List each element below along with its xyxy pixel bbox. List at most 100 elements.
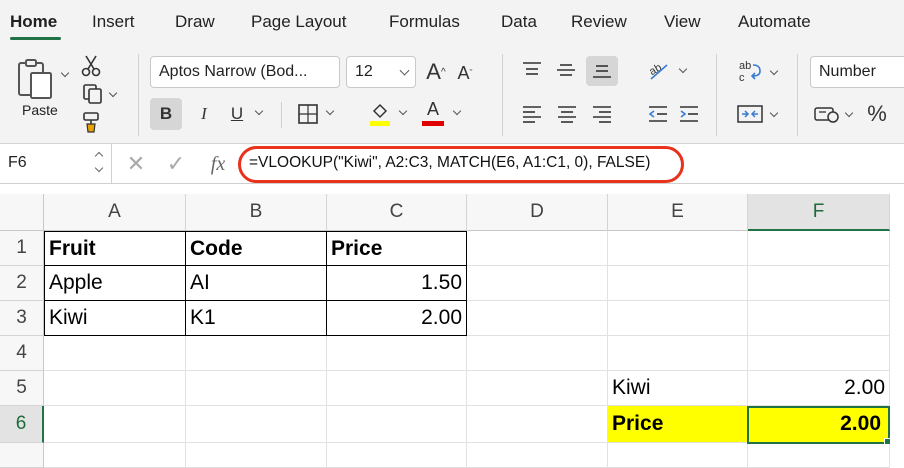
decrease-font-size-icon[interactable]: Aˇ — [454, 60, 476, 86]
confirm-entry-icon[interactable]: ✓ — [164, 151, 188, 176]
column-header-a[interactable]: A — [44, 194, 186, 231]
font-size-select[interactable]: 12 — [346, 56, 416, 88]
paste-dropdown-icon[interactable] — [60, 68, 70, 78]
decrease-indent-icon[interactable] — [647, 102, 669, 126]
cell-a5[interactable] — [44, 371, 186, 406]
cell-f7[interactable] — [748, 443, 890, 468]
align-right-icon[interactable] — [591, 102, 613, 126]
cell-c5[interactable] — [327, 371, 467, 406]
insert-function-button[interactable]: fx — [205, 152, 231, 176]
merge-dropdown-icon[interactable] — [769, 108, 779, 118]
borders-dropdown-icon[interactable] — [325, 106, 335, 116]
name-box[interactable]: F6 — [0, 144, 112, 184]
font-name-select[interactable]: Aptos Narrow (Bod... — [150, 56, 340, 88]
italic-button[interactable]: I — [192, 98, 216, 130]
cell-b4[interactable] — [186, 336, 327, 371]
cell-a7[interactable] — [44, 443, 186, 468]
fill-handle[interactable] — [884, 438, 891, 445]
tab-home[interactable]: Home — [10, 12, 57, 32]
cell-a4[interactable] — [44, 336, 186, 371]
cell-b5[interactable] — [186, 371, 327, 406]
cell-b2[interactable]: AI — [186, 266, 327, 301]
format-painter-icon[interactable] — [80, 110, 104, 134]
align-top-icon[interactable] — [521, 58, 543, 82]
cell-c1[interactable]: Price — [327, 231, 467, 266]
orientation-dropdown-icon[interactable] — [678, 64, 688, 74]
cell-e7[interactable] — [608, 443, 748, 468]
align-center-icon[interactable] — [556, 102, 578, 126]
percent-style-button[interactable]: % — [864, 100, 890, 128]
tab-automate[interactable]: Automate — [738, 12, 811, 32]
cell-e2[interactable] — [608, 266, 748, 301]
cell-d5[interactable] — [467, 371, 608, 406]
cell-d4[interactable] — [467, 336, 608, 371]
cell-f4[interactable] — [748, 336, 890, 371]
tab-page-layout[interactable]: Page Layout — [251, 12, 346, 32]
cell-d6[interactable] — [467, 406, 608, 443]
tab-data[interactable]: Data — [501, 12, 537, 32]
cell-f2[interactable] — [748, 266, 890, 301]
font-color-icon[interactable]: A — [421, 98, 445, 128]
row-header-4[interactable]: 4 — [0, 336, 44, 371]
cell-a6[interactable] — [44, 406, 186, 443]
cell-e1[interactable] — [608, 231, 748, 266]
cell-c2[interactable]: 1.50 — [327, 266, 467, 301]
row-header-7[interactable] — [0, 443, 44, 468]
column-header-f[interactable]: F — [748, 194, 890, 231]
cell-c6[interactable] — [327, 406, 467, 443]
cancel-entry-icon[interactable]: ✕ — [124, 151, 148, 176]
cell-f3[interactable] — [748, 301, 890, 336]
bold-button[interactable]: B — [150, 98, 182, 130]
align-middle-icon[interactable] — [555, 58, 577, 82]
column-header-c[interactable]: C — [327, 194, 467, 231]
wrap-dropdown-icon[interactable] — [769, 66, 779, 76]
cell-d2[interactable] — [467, 266, 608, 301]
cell-e5[interactable]: Kiwi — [608, 371, 748, 406]
wrap-text-icon[interactable]: ab c — [736, 58, 764, 84]
cell-d3[interactable] — [467, 301, 608, 336]
cell-f5[interactable]: 2.00 — [748, 371, 890, 406]
fill-color-icon[interactable] — [368, 100, 392, 128]
paste-icon[interactable] — [12, 56, 58, 102]
column-header-e[interactable]: E — [608, 194, 748, 231]
tab-insert[interactable]: Insert — [92, 12, 135, 32]
cell-e4[interactable] — [608, 336, 748, 371]
cell-a1[interactable]: Fruit — [44, 231, 186, 266]
cell-a2[interactable]: Apple — [44, 266, 186, 301]
cell-b7[interactable] — [186, 443, 327, 468]
merge-center-icon[interactable] — [736, 102, 764, 126]
cell-e3[interactable] — [608, 301, 748, 336]
select-all-corner[interactable] — [0, 194, 44, 231]
row-header-2[interactable]: 2 — [0, 266, 44, 301]
row-header-5[interactable]: 5 — [0, 371, 44, 406]
fill-color-dropdown-icon[interactable] — [398, 106, 408, 116]
copy-dropdown-icon[interactable] — [108, 88, 118, 98]
cell-b3[interactable]: K1 — [186, 301, 327, 336]
increase-font-size-icon[interactable]: A ^ — [424, 58, 448, 86]
paste-button-label[interactable]: Paste — [22, 102, 58, 118]
number-format-select[interactable]: Number — [810, 56, 904, 88]
column-header-d[interactable]: D — [467, 194, 608, 231]
font-color-dropdown-icon[interactable] — [452, 106, 462, 116]
cell-d1[interactable] — [467, 231, 608, 266]
underline-button[interactable]: U — [226, 98, 248, 130]
align-bottom-icon[interactable] — [586, 56, 618, 86]
row-header-6[interactable]: 6 — [0, 406, 44, 443]
borders-icon[interactable] — [296, 102, 320, 126]
tab-draw[interactable]: Draw — [175, 12, 215, 32]
formula-input[interactable]: =VLOOKUP("Kiwi", A2:C3, MATCH(E6, A1:C1,… — [249, 154, 650, 172]
cell-c7[interactable] — [327, 443, 467, 468]
tab-formulas[interactable]: Formulas — [389, 12, 460, 32]
copy-icon[interactable] — [80, 82, 106, 106]
cell-a3[interactable]: Kiwi — [44, 301, 186, 336]
text-orientation-icon[interactable]: ab — [646, 58, 672, 82]
underline-dropdown-icon[interactable] — [254, 106, 264, 116]
cell-b6[interactable] — [186, 406, 327, 443]
cell-c4[interactable] — [327, 336, 467, 371]
align-left-icon[interactable] — [521, 102, 543, 126]
tab-review[interactable]: Review — [571, 12, 627, 32]
row-header-1[interactable]: 1 — [0, 231, 44, 266]
currency-format-icon[interactable] — [814, 102, 840, 126]
currency-dropdown-icon[interactable] — [844, 108, 854, 118]
cell-b1[interactable]: Code — [186, 231, 327, 266]
